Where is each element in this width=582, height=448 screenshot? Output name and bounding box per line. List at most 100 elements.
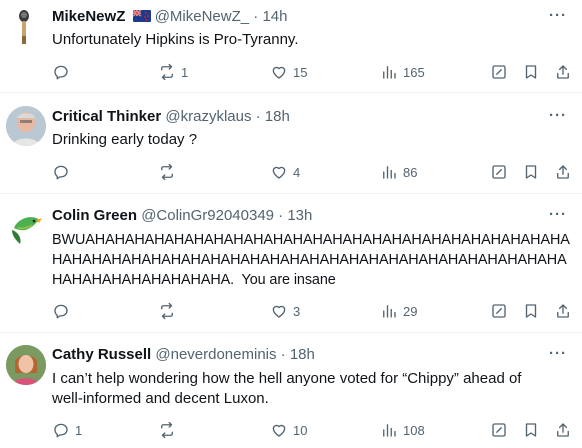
tweet-header: Critical Thinker @krazyklaus · 18h (52, 107, 542, 127)
like-button[interactable]: 4 (270, 161, 300, 183)
tweet-time[interactable]: · 18h (256, 108, 290, 125)
retweet-icon (161, 63, 173, 81)
author-handle[interactable]: @ColinGr92040349 (141, 207, 274, 224)
bookmark-icon (525, 165, 537, 179)
author-name[interactable]: Critical Thinker (52, 108, 161, 125)
view-count: 86 (403, 164, 418, 180)
reply-button[interactable] (52, 61, 75, 83)
author-handle[interactable]: @neverdoneminis (155, 346, 276, 363)
more-options-button[interactable]: ··· (548, 207, 568, 228)
like-count: 3 (293, 303, 301, 319)
tweet-time[interactable]: · 14h (253, 8, 287, 25)
nz-flag-icon (132, 10, 151, 22)
reply-icon (54, 165, 68, 180)
share-icon (557, 423, 569, 437)
more-options-button[interactable]: ··· (548, 108, 568, 129)
reply-icon (54, 304, 68, 319)
woman-avatar-icon (6, 345, 46, 385)
bookmark-button[interactable] (522, 61, 540, 83)
tweet-time[interactable]: · 18h (281, 346, 315, 363)
edit-grok-button[interactable] (490, 419, 508, 441)
reply-icon (54, 65, 68, 80)
tweet-actions: 3 29 (52, 300, 582, 322)
tweet-actions: 1 15 165 (52, 61, 582, 83)
tweet-text: Drinking early today ? (52, 131, 198, 148)
view-count: 108 (403, 422, 425, 438)
share-button[interactable] (554, 300, 572, 322)
reply-icon (54, 423, 68, 438)
author-name[interactable]: Colin Green (52, 207, 137, 224)
author-handle[interactable]: @krazyklaus (165, 108, 251, 125)
tweet-actions: 1 10 108 (52, 419, 582, 441)
tweet-header: Colin Green @ColinGr92040349 · 13h (52, 206, 542, 226)
retweet-button[interactable] (158, 300, 181, 322)
views-button[interactable]: 165 (380, 61, 425, 83)
tweet-header: MikeNewZ @MikeNewZ_ · 14h (52, 7, 542, 27)
microphone-avatar-icon (19, 10, 29, 44)
tweet-actions: 4 86 (52, 161, 582, 183)
author-name[interactable]: MikeNewZ (52, 8, 125, 25)
retweet-button[interactable] (158, 161, 181, 183)
retweet-button[interactable]: 1 (158, 61, 188, 83)
heart-icon (272, 424, 286, 437)
bookmark-button[interactable] (522, 419, 540, 441)
compose-icon (492, 304, 506, 318)
avatar[interactable] (10, 6, 50, 46)
share-icon (557, 65, 569, 79)
edit-grok-button[interactable] (490, 161, 508, 183)
avatar[interactable] (6, 106, 46, 146)
tweet-text: I can’t help wondering how the hell anyo… (52, 370, 522, 407)
author-name[interactable]: Cathy Russell (52, 346, 151, 363)
views-chart-icon (383, 305, 396, 318)
man-avatar-icon (6, 106, 46, 146)
retweet-count: 1 (181, 64, 189, 80)
reply-button[interactable] (52, 161, 75, 183)
bookmark-button[interactable] (522, 161, 540, 183)
reply-button[interactable] (52, 300, 75, 322)
heart-icon (272, 166, 286, 179)
share-button[interactable] (554, 61, 572, 83)
like-button[interactable]: 10 (270, 419, 307, 441)
retweet-icon (161, 421, 173, 439)
compose-icon (492, 165, 506, 179)
reply-count: 1 (75, 422, 83, 438)
share-button[interactable] (554, 419, 572, 441)
reply-button[interactable]: 1 (52, 419, 82, 441)
tweet-text: Unfortunately Hipkins is Pro-Tyranny. (52, 31, 299, 48)
avatar[interactable] (6, 206, 46, 246)
like-count: 15 (293, 64, 308, 80)
share-icon (557, 304, 569, 318)
tweet[interactable]: Colin Green @ColinGr92040349 · 13h ··· B… (0, 194, 582, 333)
tweet[interactable]: Cathy Russell @neverdoneminis · 18h ··· … (0, 333, 582, 448)
bookmark-button[interactable] (522, 300, 540, 322)
like-button[interactable]: 3 (270, 300, 300, 322)
tweet[interactable]: MikeNewZ @MikeNewZ_ · 14h ··· Unfortunat… (0, 0, 582, 93)
bookmark-icon (525, 65, 537, 79)
compose-icon (492, 65, 506, 79)
views-chart-icon (383, 166, 396, 179)
tweet-text: BWUAHAHAHAHAHAHAHAHAHAHAHAHAHAHAHAHAHAHA… (52, 232, 570, 288)
views-button[interactable]: 29 (380, 300, 417, 322)
retweet-button[interactable] (158, 419, 181, 441)
author-handle[interactable]: @MikeNewZ_ (155, 8, 249, 25)
more-options-button[interactable]: ··· (548, 346, 568, 367)
view-count: 165 (403, 64, 425, 80)
share-button[interactable] (554, 161, 572, 183)
views-chart-icon (383, 424, 396, 437)
retweet-icon (161, 163, 173, 181)
heart-icon (272, 66, 286, 79)
tweet-time[interactable]: · 13h (278, 207, 312, 224)
heart-icon (272, 305, 286, 318)
more-options-button[interactable]: ··· (548, 8, 568, 29)
edit-grok-button[interactable] (490, 61, 508, 83)
parrot-avatar-icon (12, 217, 42, 244)
like-button[interactable]: 15 (270, 61, 307, 83)
edit-grok-button[interactable] (490, 300, 508, 322)
avatar[interactable] (6, 345, 46, 385)
view-count: 29 (403, 303, 418, 319)
views-button[interactable]: 86 (380, 161, 417, 183)
bookmark-icon (525, 423, 537, 437)
views-button[interactable]: 108 (380, 419, 425, 441)
tweet[interactable]: Critical Thinker @krazyklaus · 18h ··· D… (0, 93, 582, 194)
like-count: 10 (293, 422, 308, 438)
